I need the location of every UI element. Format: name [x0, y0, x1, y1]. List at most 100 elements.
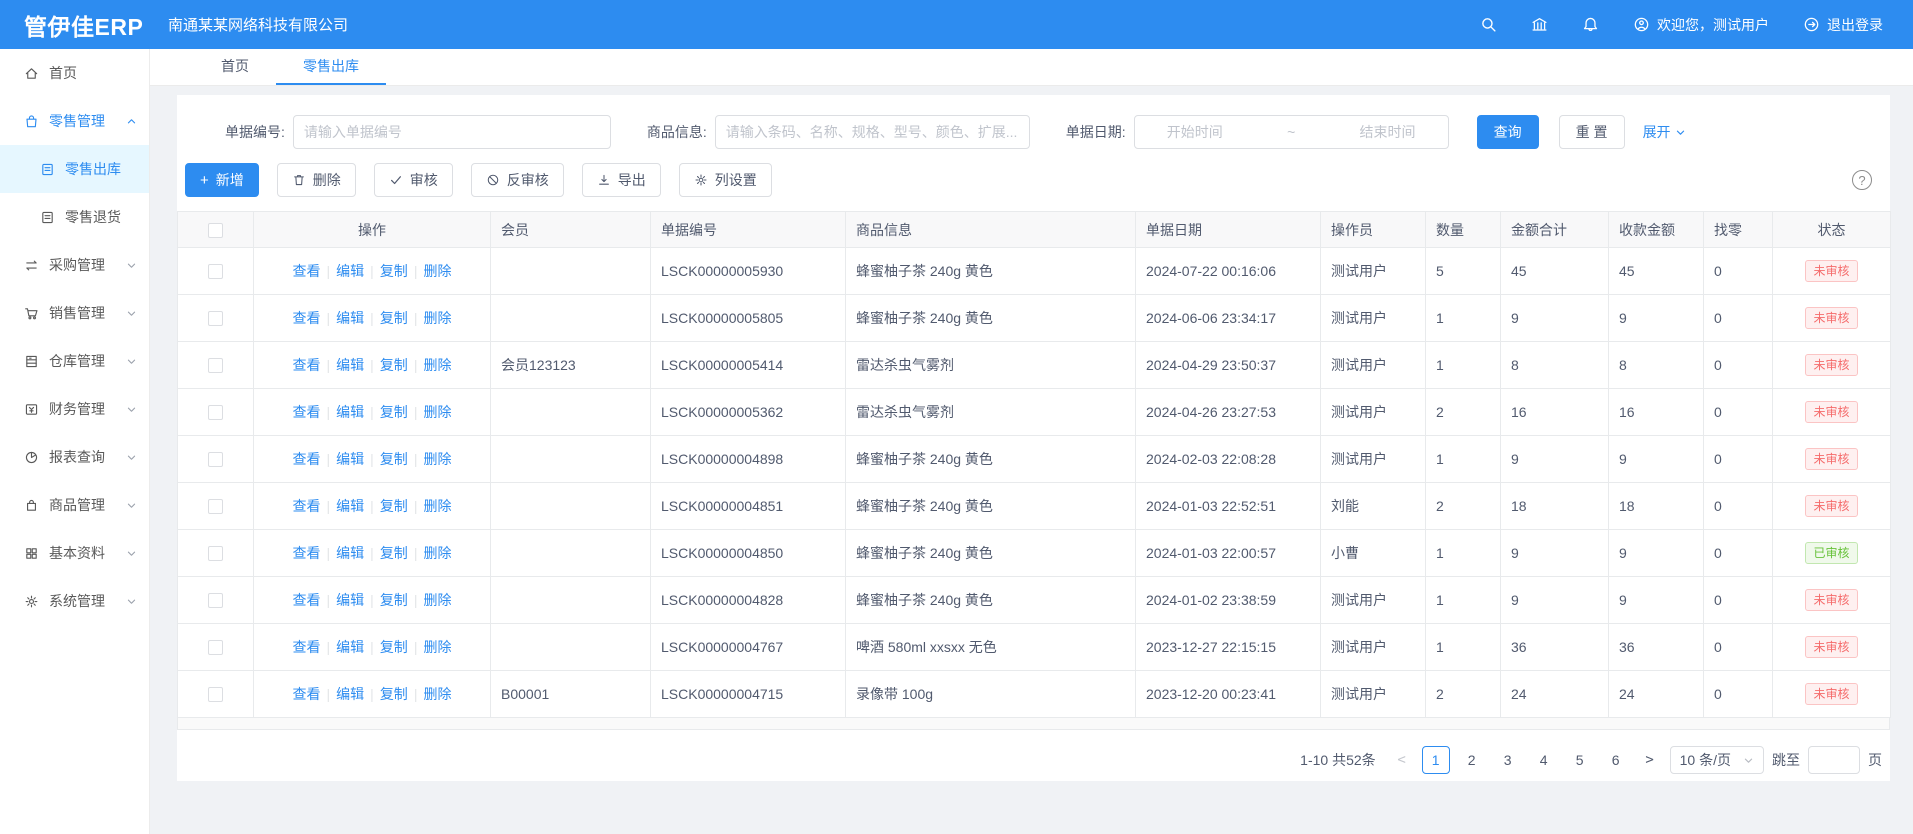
- view-link[interactable]: 查看: [293, 451, 321, 467]
- copy-link[interactable]: 复制: [380, 451, 408, 467]
- page-size-select[interactable]: 10 条/页: [1670, 746, 1764, 774]
- unaudit-button[interactable]: 反审核: [471, 163, 564, 197]
- sidebar-item-home[interactable]: 首页: [0, 49, 149, 97]
- copy-link[interactable]: 复制: [380, 498, 408, 514]
- copy-link[interactable]: 复制: [380, 404, 408, 420]
- prev-page-button[interactable]: <: [1390, 752, 1414, 768]
- bell-icon[interactable]: [1582, 16, 1599, 33]
- view-link[interactable]: 查看: [293, 686, 321, 702]
- sidebar-item-retail-management[interactable]: 零售管理: [0, 97, 149, 145]
- link-separator: |: [370, 686, 374, 702]
- delete-link[interactable]: 删除: [423, 639, 451, 655]
- export-button[interactable]: 导出: [582, 163, 661, 197]
- row-checkbox[interactable]: [208, 405, 223, 420]
- page-button-2[interactable]: 2: [1458, 746, 1486, 774]
- edit-link[interactable]: 编辑: [336, 639, 364, 655]
- page-button-1[interactable]: 1: [1422, 746, 1450, 774]
- delete-link[interactable]: 删除: [423, 263, 451, 279]
- row-checkbox[interactable]: [208, 593, 223, 608]
- jump-page-input[interactable]: [1808, 746, 1860, 774]
- help-icon[interactable]: ?: [1852, 170, 1872, 190]
- row-checkbox[interactable]: [208, 640, 223, 655]
- reset-button[interactable]: 重 置: [1559, 115, 1625, 149]
- edit-link[interactable]: 编辑: [336, 357, 364, 373]
- table-row: 查看|编辑|复制|删除LSCK00000005930蜂蜜柚子茶 240g 黄色2…: [178, 248, 1891, 295]
- sidebar-item-warehouse-management[interactable]: 仓库管理: [0, 337, 149, 385]
- logout-button[interactable]: 退出登录: [1803, 15, 1883, 35]
- row-checkbox[interactable]: [208, 687, 223, 702]
- sidebar-item-purchase-management[interactable]: 采购管理: [0, 241, 149, 289]
- page-button-6[interactable]: 6: [1602, 746, 1630, 774]
- edit-link[interactable]: 编辑: [336, 451, 364, 467]
- edit-link[interactable]: 编辑: [336, 404, 364, 420]
- edit-link[interactable]: 编辑: [336, 263, 364, 279]
- sidebar-item-retail-outbound[interactable]: 零售出库: [0, 145, 149, 193]
- view-link[interactable]: 查看: [293, 545, 321, 561]
- edit-link[interactable]: 编辑: [336, 498, 364, 514]
- row-checkbox[interactable]: [208, 264, 223, 279]
- sidebar-item-basic-data[interactable]: 基本资料: [0, 529, 149, 577]
- edit-link[interactable]: 编辑: [336, 592, 364, 608]
- sidebar: 首页零售管理零售出库零售退货采购管理销售管理仓库管理财务管理报表查询商品管理基本…: [0, 49, 150, 834]
- operator-cell: 测试用户: [1321, 577, 1426, 624]
- table-scrollbar[interactable]: [177, 718, 1890, 730]
- view-link[interactable]: 查看: [293, 310, 321, 326]
- expand-link[interactable]: 展开: [1643, 122, 1686, 142]
- view-link[interactable]: 查看: [293, 263, 321, 279]
- view-link[interactable]: 查看: [293, 357, 321, 373]
- sidebar-item-finance-management[interactable]: 财务管理: [0, 385, 149, 433]
- tab-retail-outbound[interactable]: 零售出库: [276, 49, 386, 85]
- delete-link[interactable]: 删除: [423, 451, 451, 467]
- copy-link[interactable]: 复制: [380, 357, 408, 373]
- select-all-checkbox[interactable]: [208, 223, 223, 238]
- row-checkbox[interactable]: [208, 546, 223, 561]
- table-header-row: 操作 会员 单据编号 商品信息 单据日期 操作员 数量 金额合计 收款金额 找零…: [178, 212, 1891, 248]
- page-button-3[interactable]: 3: [1494, 746, 1522, 774]
- next-page-button[interactable]: >: [1638, 752, 1662, 768]
- add-button[interactable]: + 新增: [185, 163, 259, 197]
- view-link[interactable]: 查看: [293, 639, 321, 655]
- copy-link[interactable]: 复制: [380, 686, 408, 702]
- user-welcome[interactable]: 欢迎您，测试用户: [1633, 15, 1769, 35]
- page-button-4[interactable]: 4: [1530, 746, 1558, 774]
- tab-home[interactable]: 首页: [194, 49, 276, 85]
- delete-link[interactable]: 删除: [423, 686, 451, 702]
- delete-button[interactable]: 删除: [277, 163, 356, 197]
- edit-link[interactable]: 编辑: [336, 545, 364, 561]
- delete-link[interactable]: 删除: [423, 498, 451, 514]
- view-link[interactable]: 查看: [293, 498, 321, 514]
- delete-link[interactable]: 删除: [423, 545, 451, 561]
- copy-link[interactable]: 复制: [380, 310, 408, 326]
- bill-no-input[interactable]: [293, 115, 611, 149]
- row-checkbox[interactable]: [208, 499, 223, 514]
- delete-link[interactable]: 删除: [423, 404, 451, 420]
- sidebar-item-retail-return[interactable]: 零售退货: [0, 193, 149, 241]
- product-info-input[interactable]: [715, 115, 1030, 149]
- search-button[interactable]: 查询: [1477, 115, 1539, 149]
- edit-link[interactable]: 编辑: [336, 310, 364, 326]
- delete-link[interactable]: 删除: [423, 592, 451, 608]
- copy-link[interactable]: 复制: [380, 592, 408, 608]
- sidebar-item-goods-management[interactable]: 商品管理: [0, 481, 149, 529]
- copy-link[interactable]: 复制: [380, 263, 408, 279]
- search-icon[interactable]: [1480, 16, 1497, 33]
- row-checkbox[interactable]: [208, 358, 223, 373]
- row-checkbox[interactable]: [208, 452, 223, 467]
- copy-link[interactable]: 复制: [380, 545, 408, 561]
- audit-button[interactable]: 审核: [374, 163, 453, 197]
- copy-link[interactable]: 复制: [380, 639, 408, 655]
- edit-link[interactable]: 编辑: [336, 686, 364, 702]
- row-checkbox[interactable]: [208, 311, 223, 326]
- delete-link[interactable]: 删除: [423, 357, 451, 373]
- sidebar-item-report-query[interactable]: 报表查询: [0, 433, 149, 481]
- date-range-input[interactable]: 开始时间 ~ 结束时间: [1134, 115, 1449, 149]
- sidebar-item-sales-management[interactable]: 销售管理: [0, 289, 149, 337]
- view-link[interactable]: 查看: [293, 592, 321, 608]
- sidebar-item-system-management[interactable]: 系统管理: [0, 577, 149, 625]
- view-link[interactable]: 查看: [293, 404, 321, 420]
- delete-link[interactable]: 删除: [423, 310, 451, 326]
- page-button-5[interactable]: 5: [1566, 746, 1594, 774]
- column-settings-button[interactable]: 列设置: [679, 163, 772, 197]
- received-cell: 24: [1609, 671, 1704, 718]
- bank-icon[interactable]: [1531, 16, 1548, 33]
